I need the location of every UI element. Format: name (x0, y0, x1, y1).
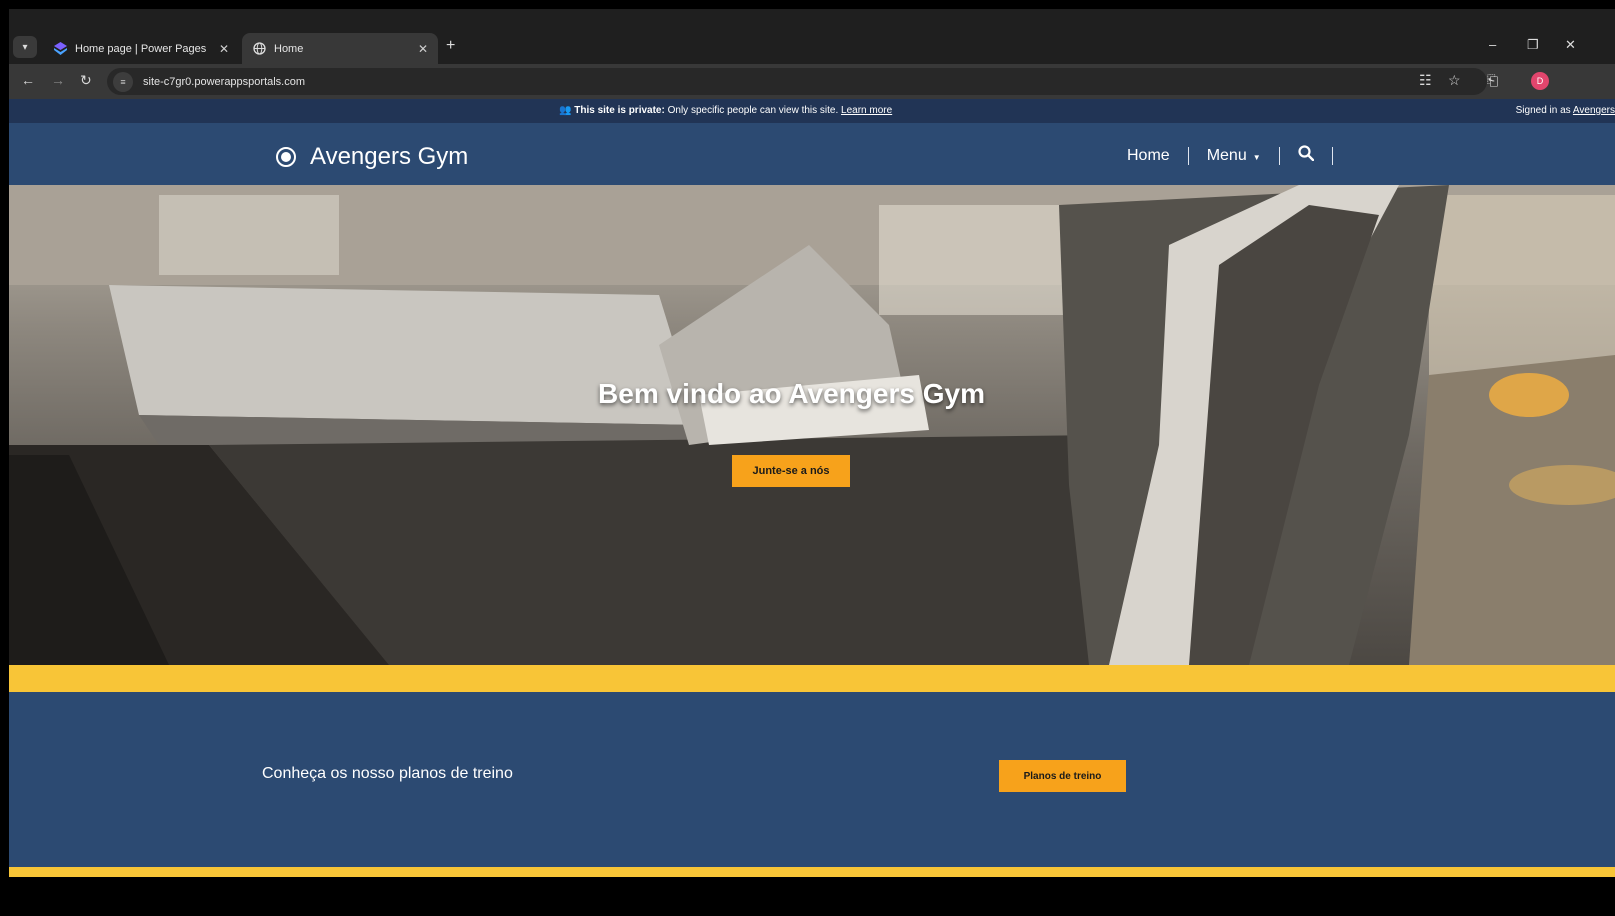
hero-section: Bem vindo ao Avengers Gym Junte-se a nós (9, 185, 1615, 665)
address-bar[interactable]: ≡ site-c7gr0.powerappsportals.com (107, 68, 1487, 95)
join-us-button[interactable]: Junte-se a nós (732, 455, 850, 487)
signed-in-prefix: Signed in as (1515, 105, 1571, 116)
bookmark-star-icon[interactable]: ☆ (1448, 72, 1461, 89)
url-text: site-c7gr0.powerappsportals.com (143, 75, 306, 88)
reload-icon[interactable]: ↻ (80, 72, 92, 89)
new-tab-button[interactable]: + (446, 37, 455, 55)
search-icon[interactable] (1298, 145, 1314, 166)
profile-avatar[interactable]: D (1531, 72, 1549, 90)
nav-menu-dropdown[interactable]: Menu ▼ (1207, 147, 1261, 165)
plans-text: Conheça os nosso planos de treino (262, 765, 513, 782)
accent-band (9, 665, 1615, 692)
plans-section: Conheça os nosso planos de treino Planos… (9, 692, 1615, 867)
tab-power-pages[interactable]: Home page | Power Pages ✕ (43, 33, 239, 64)
private-site-banner: 👥 This site is private: Only specific pe… (9, 99, 1615, 123)
restore-icon[interactable]: ❐ (1527, 37, 1539, 53)
tab-title: Home (274, 42, 304, 55)
training-plans-button[interactable]: Planos de treino (999, 760, 1126, 792)
power-pages-icon (53, 42, 67, 56)
forward-icon[interactable]: → (51, 72, 65, 88)
private-message: Only specific people can view this site. (667, 105, 839, 116)
back-icon[interactable]: ← (21, 72, 35, 88)
site-info-icon[interactable]: ≡ (113, 71, 133, 92)
learn-more-link[interactable]: Learn more (841, 105, 892, 116)
tab-strip: ▾ Home page | Power Pages ✕ Home ✕ + – ❐… (9, 9, 1615, 64)
nav-divider (1278, 146, 1280, 165)
globe-icon (252, 42, 266, 56)
footer (9, 877, 1615, 907)
nav-divider (1331, 146, 1333, 165)
site-header: Avengers Gym Home Menu ▼ (9, 123, 1615, 185)
people-lock-icon: 👥 (559, 105, 572, 116)
translate-icon[interactable]: ☷ (1419, 72, 1432, 89)
caret-down-icon: ▼ (1252, 152, 1261, 162)
tab-search-button[interactable]: ▾ (13, 36, 37, 58)
close-icon[interactable]: ✕ (418, 42, 428, 56)
extensions-icon[interactable]: ⎗ (1487, 72, 1498, 89)
browser-window: ▾ Home page | Power Pages ✕ Home ✕ + – ❐… (9, 9, 1615, 907)
hero-background-image (9, 185, 1615, 665)
tab-home[interactable]: Home ✕ (242, 33, 438, 64)
nav-home-link[interactable]: Home (1127, 147, 1170, 165)
accent-band-bottom (9, 867, 1615, 877)
private-label: This site is private: (574, 105, 665, 116)
hero-title: Bem vindo ao Avengers Gym (598, 378, 985, 409)
banner-message: 👥 This site is private: Only specific pe… (559, 105, 892, 116)
nav-menu-label: Menu (1206, 146, 1247, 164)
signed-in-user-link[interactable]: Avengers (1573, 105, 1615, 116)
close-icon[interactable]: ✕ (219, 42, 229, 56)
main-nav: Home Menu ▼ (1127, 145, 1351, 166)
logo-icon[interactable] (276, 147, 296, 167)
nav-divider (1187, 146, 1189, 165)
site-title[interactable]: Avengers Gym (310, 143, 468, 171)
minimize-icon[interactable]: – (1489, 37, 1496, 52)
signed-in-info: Signed in as Avengers (1516, 105, 1615, 116)
tab-title: Home page | Power Pages (75, 42, 207, 55)
browser-toolbar: ← → ↻ ≡ site-c7gr0.powerappsportals.com … (9, 64, 1615, 99)
close-window-icon[interactable]: ✕ (1565, 37, 1576, 53)
